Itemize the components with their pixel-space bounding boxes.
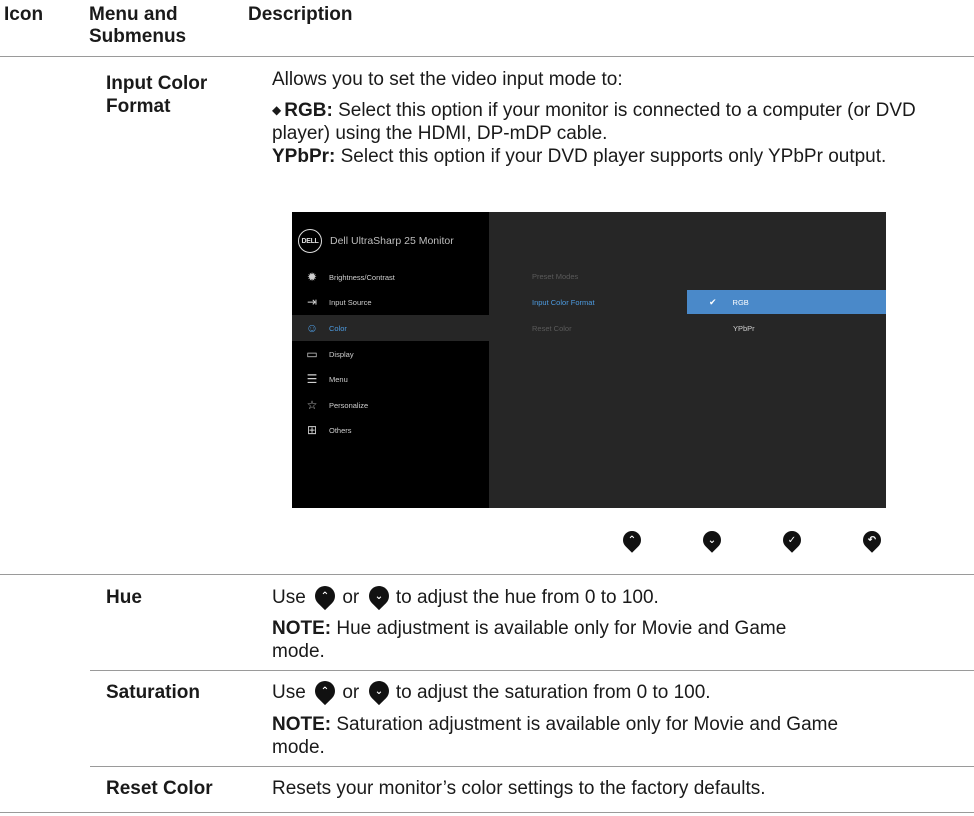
down-arrow-icon: ⌄ bbox=[364, 676, 393, 706]
hue-note: NOTE: Hue adjustment is available only f… bbox=[272, 617, 832, 663]
menu-list-icon: ☰ bbox=[306, 372, 318, 386]
reset-color-description: Resets your monitor’s color settings to … bbox=[272, 778, 766, 799]
osd-title-bar: DELL Dell UltraSharp 25 Monitor bbox=[298, 228, 454, 254]
up-button-inline: ⌃ bbox=[310, 676, 340, 706]
up-arrow-icon: ⌃ bbox=[310, 676, 340, 706]
osd-option-ypbpr[interactable]: YPbPr bbox=[733, 324, 755, 333]
or-text: or bbox=[342, 587, 360, 608]
osd-menu-label: Display bbox=[329, 349, 354, 359]
down-arrow-icon[interactable]: ⌄ bbox=[699, 527, 725, 553]
note-term: NOTE: bbox=[272, 714, 332, 735]
osd-menu-item-others[interactable]: ⊞ Others bbox=[292, 417, 489, 443]
row-label-hue: Hue bbox=[106, 587, 142, 608]
table-bottom-border bbox=[0, 812, 974, 813]
osd-menu-item-menu[interactable]: ☰ Menu bbox=[292, 366, 489, 392]
use-text: Use bbox=[272, 682, 306, 703]
bullet-icon: ◆ bbox=[272, 103, 282, 117]
osd-menu-label: Others bbox=[329, 425, 352, 435]
column-header-description: Description bbox=[248, 4, 353, 25]
others-icon: ⊞ bbox=[306, 423, 318, 437]
row-label-reset-color: Reset Color bbox=[106, 778, 213, 799]
header-divider bbox=[0, 56, 974, 57]
rgb-text: Select this option if your monitor is co… bbox=[272, 100, 916, 144]
palette-icon: ☺ bbox=[305, 321, 319, 335]
saturation-usage: Use ⌃ or ⌄ to adjust the saturation from… bbox=[272, 676, 952, 706]
up-arrow-icon: ⌃ bbox=[310, 581, 340, 611]
back-icon[interactable]: ↶ bbox=[859, 527, 885, 553]
osd-main-menu: DELL Dell UltraSharp 25 Monitor ✹ Bright… bbox=[292, 212, 489, 508]
check-icon[interactable]: ✓ bbox=[779, 527, 805, 553]
osd-menu-label: Menu bbox=[329, 374, 348, 384]
check-icon: ✔ bbox=[709, 296, 717, 307]
osd-screenshot: DELL Dell UltraSharp 25 Monitor ✹ Bright… bbox=[292, 212, 886, 508]
note-text: Saturation adjustment is available only … bbox=[272, 714, 839, 758]
saturation-note: NOTE: Saturation adjustment is available… bbox=[272, 713, 842, 759]
row-label-saturation: Saturation bbox=[106, 682, 200, 703]
down-arrow-icon: ⌄ bbox=[364, 581, 393, 611]
use-text: Use bbox=[272, 587, 306, 608]
osd-menu-item-display[interactable]: ▭ Display bbox=[292, 341, 489, 367]
osd-menu-item-brightness[interactable]: ✹ Brightness/Contrast bbox=[292, 264, 489, 290]
ypbpr-description: YPbPr: Select this option if your DVD pl… bbox=[272, 145, 932, 168]
osd-option-rgb[interactable]: ✔ RGB bbox=[687, 290, 886, 314]
star-icon: ☆ bbox=[306, 398, 318, 412]
column-header-menu: Menu and Submenus bbox=[89, 4, 187, 47]
rgb-term: RGB: bbox=[284, 100, 333, 121]
down-button-inline: ⌄ bbox=[364, 581, 393, 611]
note-term: NOTE: bbox=[272, 618, 332, 639]
hue-usage-text: to adjust the hue from 0 to 100. bbox=[395, 587, 659, 608]
column-header-icon: Icon bbox=[4, 4, 44, 25]
note-text: Hue adjustment is available only for Mov… bbox=[272, 618, 787, 662]
osd-menu-label: Input Source bbox=[329, 297, 372, 307]
osd-title: Dell UltraSharp 25 Monitor bbox=[330, 235, 454, 247]
osd-submenu-preset-modes[interactable]: Preset Modes bbox=[532, 272, 578, 281]
osd-menu-item-personalize[interactable]: ☆ Personalize bbox=[292, 392, 489, 418]
down-button-inline: ⌄ bbox=[364, 676, 393, 706]
osd-menu-item-color[interactable]: ☺ Color bbox=[292, 315, 489, 341]
dell-logo-icon: DELL bbox=[298, 229, 322, 253]
osd-menu-label: Brightness/Contrast bbox=[329, 272, 395, 282]
osd-menu-label: Personalize bbox=[329, 400, 369, 410]
row-divider bbox=[90, 670, 974, 671]
rgb-description: ◆ RGB: Select this option if your monitor… bbox=[272, 99, 932, 145]
row-label-input-color-format: Input Color Format bbox=[106, 73, 208, 117]
osd-option-label: RGB bbox=[732, 297, 749, 307]
ypbpr-text: Select this option if your DVD player su… bbox=[335, 146, 887, 167]
osd-menu-label: Color bbox=[329, 323, 347, 333]
input-color-format-intro: Allows you to set the video input mode t… bbox=[272, 69, 623, 90]
osd-submenu-input-color-format[interactable]: Input Color Format bbox=[532, 298, 595, 307]
saturation-usage-text: to adjust the saturation from 0 to 100. bbox=[395, 682, 711, 703]
row-divider bbox=[90, 766, 974, 767]
sun-icon: ✹ bbox=[306, 270, 318, 284]
monitor-icon: ▭ bbox=[306, 347, 318, 361]
hue-usage: Use ⌃ or ⌄ to adjust the hue from 0 to 1… bbox=[272, 581, 952, 611]
osd-submenu-reset-color[interactable]: Reset Color bbox=[532, 324, 572, 333]
ypbpr-term: YPbPr: bbox=[272, 146, 336, 167]
up-button-inline: ⌃ bbox=[310, 581, 340, 611]
input-source-icon: ⇥ bbox=[306, 295, 318, 309]
osd-menu-item-input-source[interactable]: ⇥ Input Source bbox=[292, 289, 489, 315]
or-text: or bbox=[342, 682, 360, 703]
row-divider bbox=[0, 574, 974, 575]
up-arrow-icon[interactable]: ⌃ bbox=[619, 527, 645, 553]
